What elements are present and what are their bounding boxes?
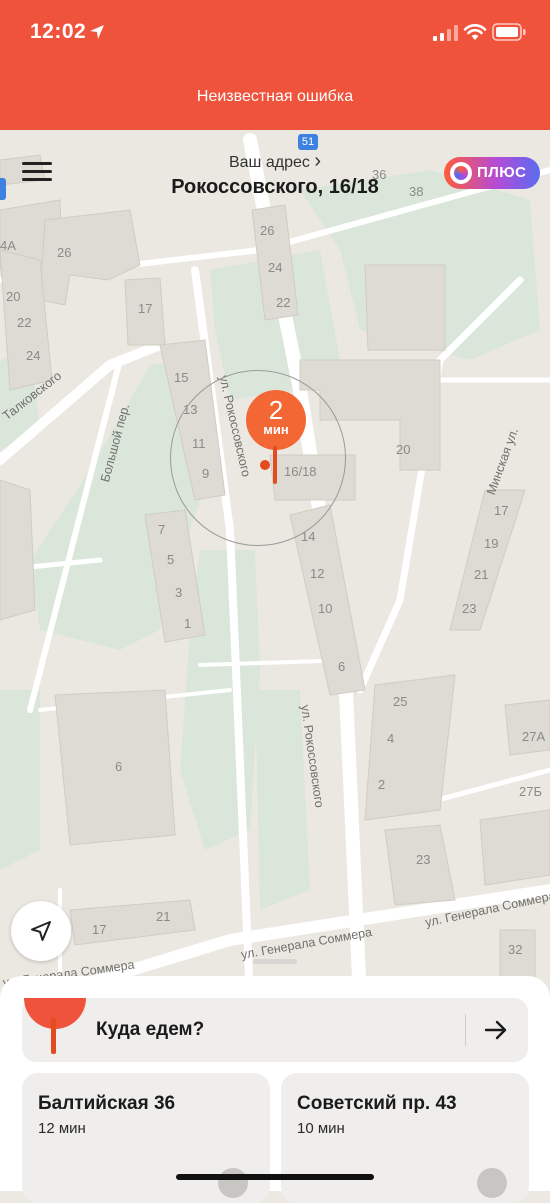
arrow-right-icon[interactable] (484, 1019, 508, 1041)
house-number: 21 (474, 567, 489, 582)
destination-placeholder: Куда едем? (96, 1019, 205, 1040)
house-number: 20 (6, 289, 21, 304)
locate-me-icon (31, 921, 51, 941)
pin-target-dot (260, 460, 270, 470)
house-number: 21 (156, 909, 171, 924)
house-number: 27А (522, 729, 546, 744)
signal-icon (433, 25, 458, 41)
pin-stick (273, 446, 277, 484)
house-number: 24 (26, 348, 41, 363)
chevron-right-icon: › (314, 150, 321, 172)
house-number: 4 (387, 731, 395, 746)
house-number: 3 (175, 585, 183, 600)
pin-eta-unit: мин (263, 422, 289, 437)
pin-icon (24, 998, 86, 1054)
saved-place-card[interactable]: Балтийская 36 12 мин (22, 1073, 270, 1203)
saved-place-title: Советский пр. 43 (297, 1093, 457, 1114)
battery-icon (492, 23, 526, 41)
sheet-handle[interactable] (253, 959, 297, 964)
plus-label: ПЛЮС (477, 164, 527, 181)
house-number: 4А (0, 238, 16, 253)
saved-place-card[interactable]: Советский пр. 43 10 мин (281, 1073, 529, 1203)
house-number: 1 (184, 616, 192, 631)
house-number: 6 (115, 759, 123, 774)
pin-eta-value: 2 (268, 395, 284, 425)
place-icon (218, 1168, 248, 1198)
saved-place-eta: 12 мин (38, 1120, 86, 1137)
house-number: 17 (494, 503, 509, 518)
status-time: 12:02 (30, 20, 87, 43)
bus-stop-badge[interactable]: 51 (298, 134, 318, 150)
house-number: 7 (158, 522, 166, 537)
address-caption-button[interactable]: Ваш адрес › (229, 150, 321, 173)
map-view[interactable]: 4А 26 20 22 24 17 26 24 22 15 13 11 9 16… (0, 130, 550, 1000)
house-number: 17 (138, 301, 153, 316)
saved-place-eta: 10 мин (297, 1120, 345, 1137)
house-number: 12 (310, 566, 325, 581)
field-divider (465, 1014, 466, 1046)
wifi-icon (463, 24, 487, 40)
house-number: 25 (393, 694, 408, 709)
map-pin-icon[interactable]: 2 мин (246, 390, 306, 450)
house-number: 23 (416, 852, 431, 867)
house-number: 5 (167, 552, 175, 567)
house-number: 22 (276, 295, 291, 310)
house-number: 20 (396, 442, 411, 457)
house-number: 17 (92, 922, 107, 937)
house-number: 26 (57, 245, 72, 260)
home-indicator[interactable] (176, 1174, 374, 1180)
plus-logo-icon (450, 162, 472, 184)
destination-field[interactable]: Куда едем? (22, 998, 528, 1062)
house-number: 27Б (519, 784, 542, 799)
locate-me-button[interactable] (11, 901, 71, 961)
house-number: 15 (174, 370, 189, 385)
house-number: 26 (260, 223, 275, 238)
saved-place-title: Балтийская 36 (38, 1093, 176, 1114)
house-number: 22 (17, 315, 32, 330)
place-icon (477, 1168, 507, 1198)
house-number: 32 (508, 942, 523, 957)
status-bar: 12:02 (0, 0, 550, 66)
location-arrow-icon (90, 25, 104, 39)
house-number: 23 (462, 601, 477, 616)
house-number: 2 (378, 777, 386, 792)
house-number: 6 (338, 659, 346, 674)
house-number: 19 (484, 536, 499, 551)
house-number: 24 (268, 260, 283, 275)
house-number: 10 (318, 601, 333, 616)
error-banner: Неизвестная ошибка (0, 66, 550, 130)
plus-button[interactable]: ПЛЮС (444, 157, 540, 189)
